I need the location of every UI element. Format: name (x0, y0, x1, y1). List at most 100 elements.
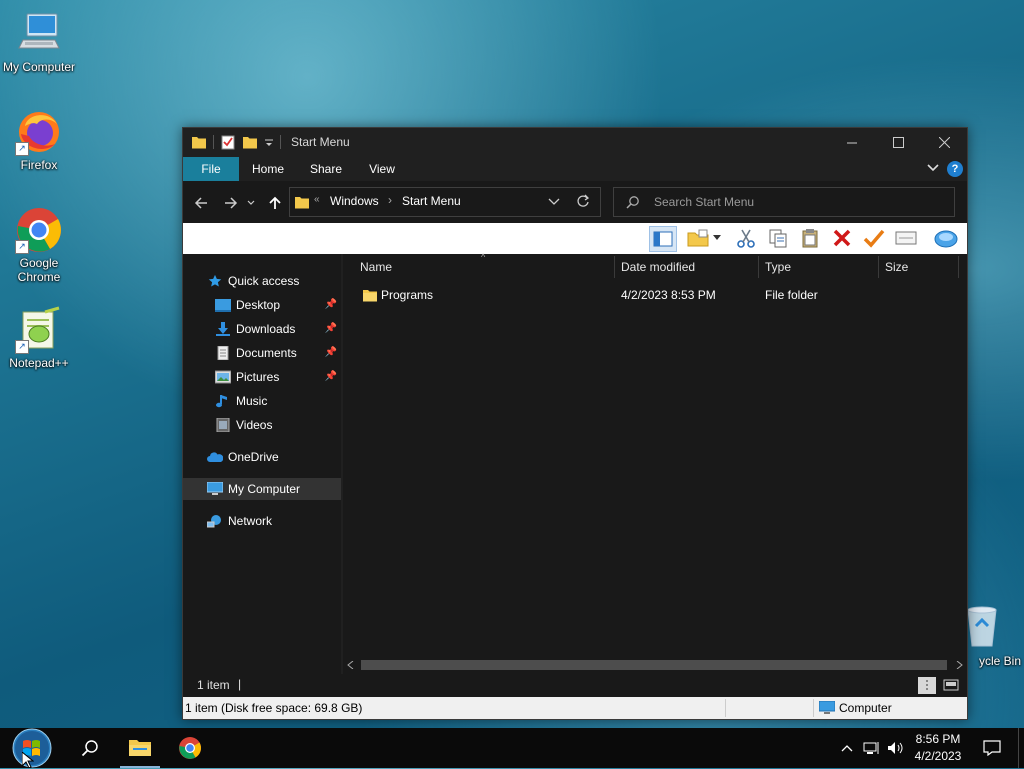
show-desktop-button[interactable] (1018, 728, 1024, 768)
address-field[interactable]: « Windows › Start Menu (289, 187, 601, 217)
tab-home[interactable]: Home (245, 157, 291, 181)
new-folder-icon[interactable] (242, 134, 258, 150)
back-button[interactable] (189, 191, 213, 215)
tab-file[interactable]: File (183, 157, 239, 181)
minimize-button[interactable] (829, 128, 875, 157)
properties-icon (895, 231, 917, 245)
customize-qat-icon[interactable] (264, 134, 274, 150)
search-field[interactable]: Search Start Menu (613, 187, 955, 217)
column-divider[interactable] (758, 256, 759, 278)
scrollbar-thumb[interactable] (361, 660, 947, 670)
up-button[interactable] (263, 191, 287, 215)
chevron-left-icon[interactable] (347, 661, 355, 669)
address-dropdown-button[interactable] (548, 196, 560, 208)
nav-item-documents[interactable]: Documents 📌 (183, 342, 341, 364)
taskbar-chrome[interactable] (170, 728, 210, 768)
pin-icon[interactable]: 📌 (325, 318, 337, 340)
cloud-icon (207, 452, 223, 462)
nav-item-downloads[interactable]: Downloads 📌 (183, 318, 341, 340)
forward-button[interactable] (219, 191, 243, 215)
breadcrumb-overflow[interactable]: « (314, 194, 320, 205)
folder-icon (192, 137, 206, 149)
nav-item-quick-access[interactable]: Quick access (183, 270, 341, 292)
properties-button[interactable] (893, 226, 919, 250)
nav-item-pictures[interactable]: Pictures 📌 (183, 366, 341, 388)
column-divider[interactable] (614, 256, 615, 278)
breadcrumb-item-windows[interactable]: Windows (330, 194, 379, 208)
chevron-down-icon (713, 235, 721, 240)
file-explorer-window: Start Menu File Home Share View ? « Wind… (182, 127, 968, 720)
folder-icon (363, 290, 377, 302)
desktop-icon-label: Firefox (20, 158, 58, 172)
details-view-button[interactable] (918, 677, 936, 694)
properties-icon[interactable] (220, 134, 236, 150)
pin-icon[interactable]: 📌 (325, 342, 337, 364)
nav-item-label: Downloads (236, 322, 296, 336)
expand-ribbon-button[interactable] (927, 162, 939, 174)
column-header-size[interactable]: Size (885, 254, 955, 280)
help-button[interactable]: ? (947, 161, 963, 177)
recycle-bin-icon (962, 604, 1010, 652)
document-icon (217, 346, 229, 360)
chevron-right-icon[interactable] (955, 661, 963, 669)
column-header-name[interactable]: Name (360, 254, 610, 280)
maximize-button[interactable] (875, 128, 921, 157)
desktop-icon-firefox[interactable]: ↗ Firefox (1, 108, 77, 172)
show-hidden-icons-button[interactable] (838, 728, 856, 768)
new-folder-button[interactable] (685, 226, 711, 250)
clock[interactable]: 8:56 PM 4/2/2023 (908, 731, 968, 765)
status-bar: 1 item | (183, 674, 967, 697)
nav-item-label: Videos (236, 418, 273, 432)
nav-item-desktop[interactable]: Desktop 📌 (183, 294, 341, 316)
paste-button[interactable] (797, 226, 823, 250)
breadcrumb-item-start-menu[interactable]: Start Menu (402, 194, 461, 208)
action-center-button[interactable] (978, 728, 1006, 768)
volume-button[interactable] (884, 728, 906, 768)
mouse-cursor-icon (22, 752, 34, 768)
nav-item-network[interactable]: Network (183, 510, 341, 532)
separator (725, 699, 726, 717)
scissors-icon (737, 229, 755, 248)
open-dialog-button[interactable] (933, 226, 959, 250)
nav-item-onedrive[interactable]: OneDrive (183, 446, 341, 468)
file-explorer-icon (129, 740, 151, 756)
navigation-pane-button[interactable] (649, 226, 677, 252)
desktop-icon-notepadpp[interactable]: ↗ Notepad++ (1, 306, 77, 370)
horizontal-scrollbar[interactable] (343, 657, 967, 673)
separator (813, 699, 814, 717)
search-button[interactable] (70, 728, 110, 768)
shortcut-arrow-icon: ↗ (15, 142, 29, 156)
refresh-button[interactable] (576, 194, 590, 208)
copy-button[interactable] (765, 226, 791, 250)
large-icons-view-button[interactable] (942, 677, 960, 694)
pin-icon[interactable]: 📌 (325, 294, 337, 316)
column-divider[interactable] (958, 256, 959, 278)
close-button[interactable] (921, 128, 967, 157)
arrow-left-icon (194, 197, 207, 209)
checkmark-icon (863, 229, 885, 248)
nav-item-music[interactable]: Music (183, 390, 341, 412)
network-tray-button[interactable] (862, 728, 882, 768)
tab-share[interactable]: Share (303, 157, 349, 181)
download-icon (216, 322, 230, 336)
pin-icon[interactable]: 📌 (325, 366, 337, 388)
recent-locations-button[interactable] (245, 191, 257, 215)
file-list: ^ Name Date modified Type Size Programs … (343, 252, 967, 674)
nav-item-videos[interactable]: Videos (183, 414, 341, 436)
file-row[interactable]: Programs 4/2/2023 8:53 PM File folder (343, 284, 967, 306)
nav-item-my-computer[interactable]: My Computer (183, 478, 341, 500)
desktop-icon-chrome[interactable]: ↗ Google Chrome (1, 206, 77, 284)
column-header-type[interactable]: Type (765, 254, 875, 280)
taskbar-file-explorer[interactable] (120, 728, 160, 768)
desktop-icon-my-computer[interactable]: My Computer (1, 10, 77, 74)
column-header-date-modified[interactable]: Date modified (621, 254, 761, 280)
thumbnail-icon (943, 679, 959, 691)
tab-view[interactable]: View (359, 157, 405, 181)
rename-button[interactable] (861, 226, 887, 250)
separator (280, 135, 281, 149)
cut-button[interactable] (733, 226, 759, 250)
column-divider[interactable] (878, 256, 879, 278)
delete-button[interactable] (829, 226, 855, 250)
new-folder-dropdown[interactable] (711, 226, 723, 250)
arrow-right-icon (225, 197, 238, 209)
